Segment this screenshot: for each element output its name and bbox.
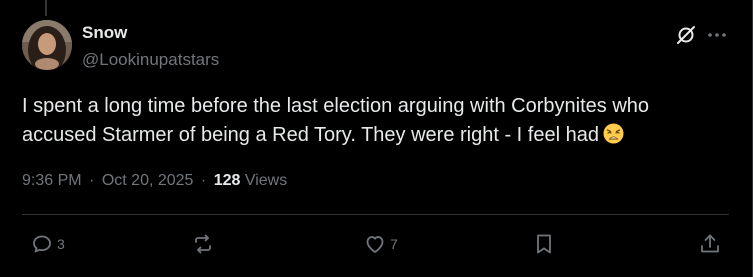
- tweet-text: I spent a long time before the last elec…: [22, 92, 722, 150]
- views-count[interactable]: 128: [214, 172, 241, 189]
- tweet-meta: 9:36 PM · Oct 20, 2025 · 128 Views: [22, 172, 287, 190]
- repost-button[interactable]: [191, 232, 218, 256]
- meta-separator: ·: [200, 172, 207, 189]
- tweet-date[interactable]: Oct 20, 2025: [102, 172, 194, 189]
- share-icon: [698, 232, 722, 256]
- repost-icon: [191, 232, 215, 256]
- meta-separator: ·: [89, 172, 95, 189]
- grok-icon[interactable]: [675, 24, 697, 46]
- tweet-time[interactable]: 9:36 PM: [22, 172, 82, 189]
- share-button[interactable]: [698, 232, 722, 256]
- bookmark-icon: [532, 232, 556, 256]
- divider: [22, 214, 729, 215]
- heart-icon: [363, 232, 387, 256]
- views-label: Views: [244, 172, 288, 189]
- thread-connector-line: [45, 0, 47, 16]
- tweet-body: I spent a long time before the last elec…: [22, 95, 650, 146]
- like-count: 7: [390, 236, 398, 252]
- bookmark-button[interactable]: [532, 232, 556, 256]
- avatar[interactable]: [22, 20, 72, 70]
- weary-face-emoji-icon: [603, 123, 624, 144]
- reply-icon: [30, 232, 54, 256]
- like-button[interactable]: 7: [363, 232, 398, 256]
- author-handle[interactable]: @Lookinupatstars: [82, 50, 219, 70]
- reply-button[interactable]: 3: [30, 232, 65, 256]
- more-icon[interactable]: [706, 24, 728, 46]
- author-name[interactable]: Snow: [82, 23, 127, 43]
- reply-count: 3: [57, 236, 65, 252]
